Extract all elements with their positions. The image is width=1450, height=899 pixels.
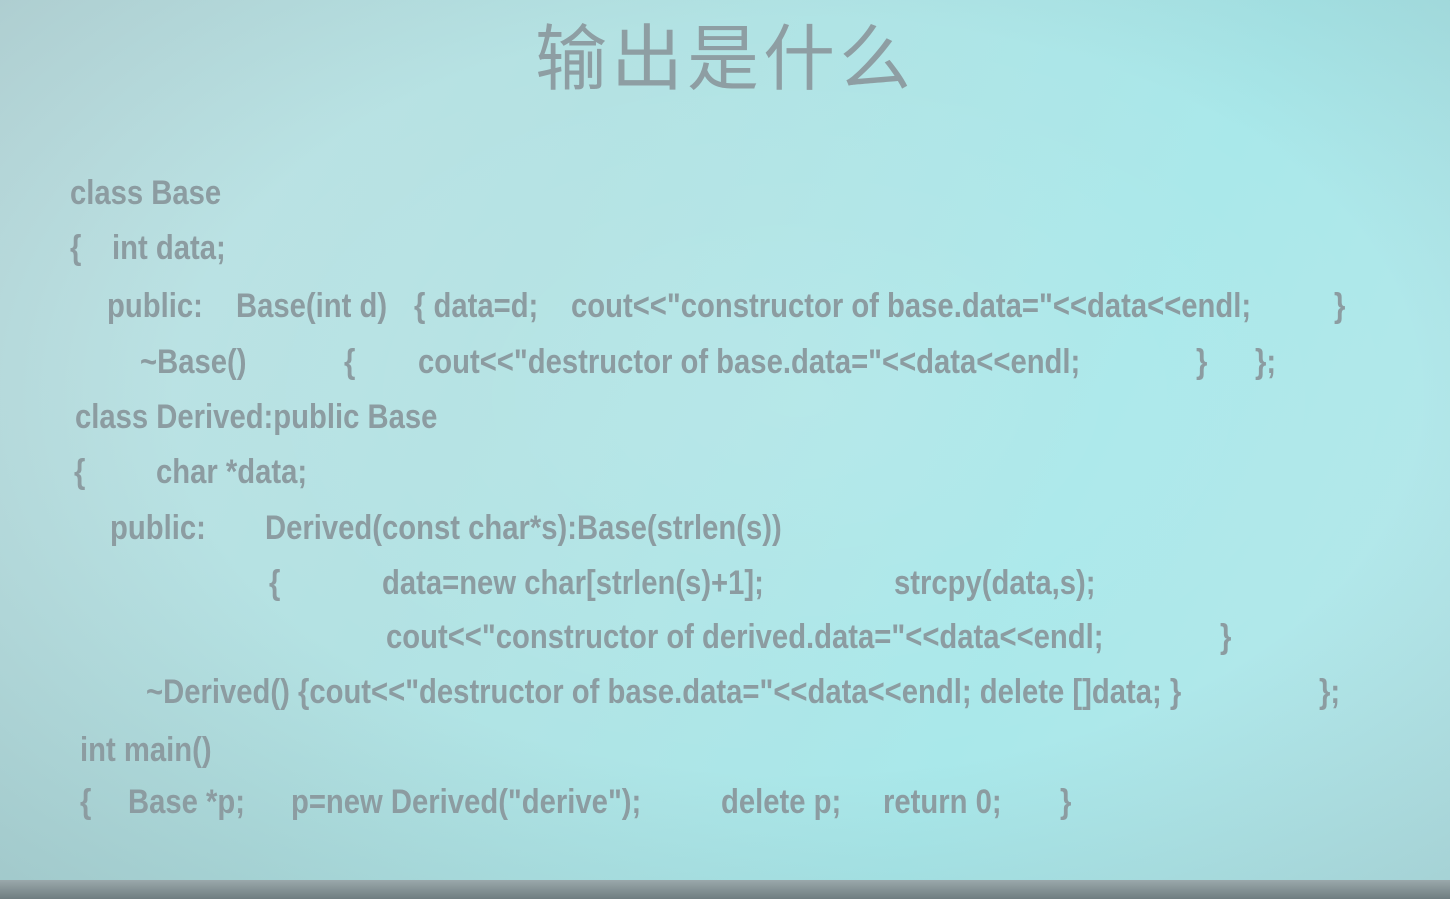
code-token: char *data; <box>156 453 308 491</box>
code-token: Derived(const char*s):Base(strlen(s)) <box>265 509 782 547</box>
code-token: }; <box>1319 673 1341 711</box>
code-token: class Base <box>70 174 222 212</box>
code-token: { <box>70 229 82 267</box>
code-token: { data=d; <box>414 287 539 325</box>
code-token: data=new char[strlen(s)+1]; <box>382 564 764 602</box>
code-token: } <box>1334 287 1346 325</box>
code-token: class Derived:public Base <box>75 398 438 436</box>
code-token: Base(int d) <box>236 287 388 325</box>
code-token: return 0; <box>883 783 1002 821</box>
code-token: public: <box>110 509 206 547</box>
slide-title: 输出是什么 <box>534 17 915 101</box>
code-token: } <box>1220 618 1232 656</box>
code-token: { <box>344 343 356 381</box>
code-token: { <box>74 453 86 491</box>
code-token: delete p; <box>721 783 842 821</box>
code-token: cout<<"constructor of base.data="<<data<… <box>571 287 1252 325</box>
code-token: cout<<"destructor of base.data="<<data<<… <box>418 343 1081 381</box>
code-token: strcpy(data,s); <box>894 564 1096 602</box>
code-token: p=new Derived("derive"); <box>291 783 642 821</box>
code-token: { <box>269 564 281 602</box>
screen-bottom-edge <box>0 880 1450 899</box>
code-token: } <box>1060 783 1072 821</box>
code-token: Base *p; <box>128 783 246 821</box>
code-token: cout<<"constructor of derived.data="<<da… <box>386 618 1104 656</box>
code-token: public: <box>107 287 203 325</box>
code-token: }; <box>1255 343 1277 381</box>
code-token: ~Base() <box>140 343 247 381</box>
code-token: ~Derived() {cout<<"destructor of base.da… <box>146 673 1182 711</box>
code-token: int main() <box>80 731 212 769</box>
code-token: int data; <box>112 229 226 267</box>
code-token: } <box>1196 343 1208 381</box>
slide: 输出是什么 class Base { int data; public: Bas… <box>0 0 1450 880</box>
code-token: { <box>80 783 92 821</box>
